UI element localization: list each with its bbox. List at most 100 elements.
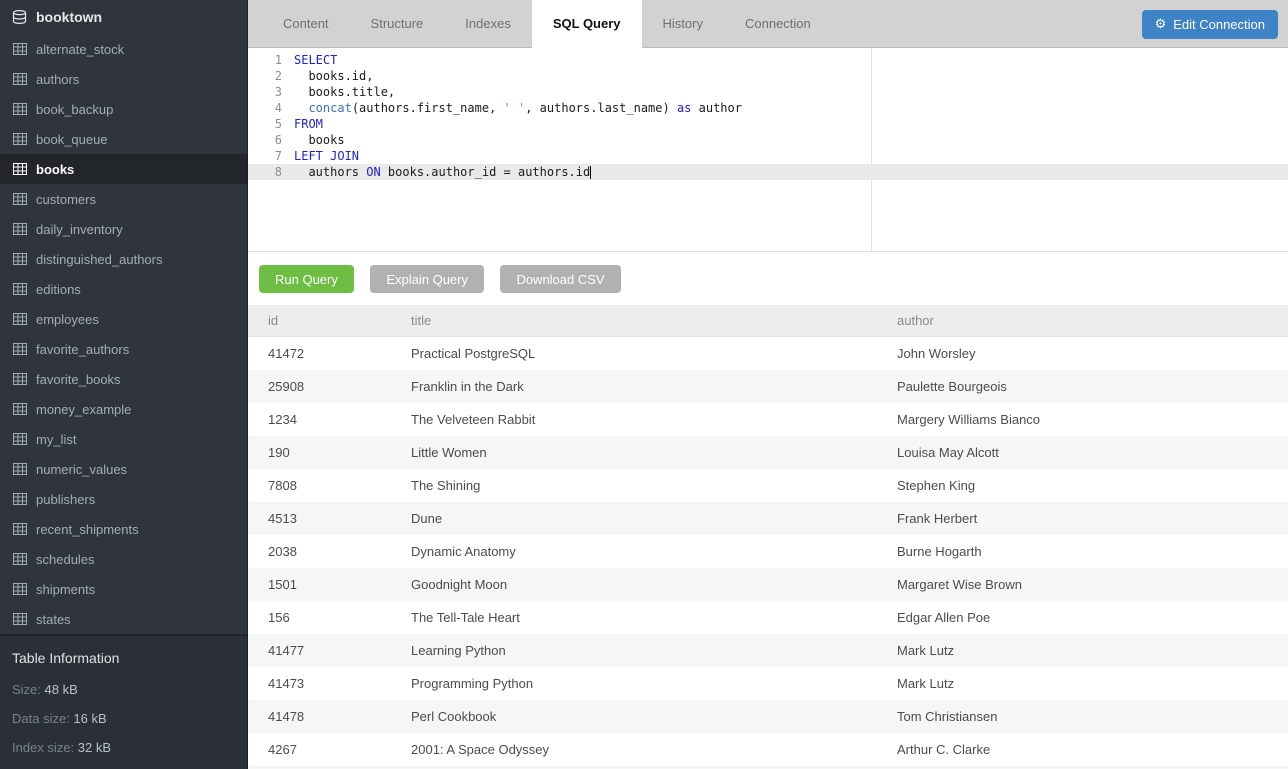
table-row[interactable]: 7808The ShiningStephen King <box>248 469 1288 502</box>
sidebar-item-publishers[interactable]: publishers <box>0 484 247 514</box>
table-icon <box>13 193 27 205</box>
sidebar: booktown alternate_stock authors book_ba… <box>0 0 248 769</box>
cell-author: Margery Williams Bianco <box>877 412 1288 427</box>
table-row[interactable]: 190Little WomenLouisa May Alcott <box>248 436 1288 469</box>
cell-author: Louisa May Alcott <box>877 445 1288 460</box>
table-row[interactable]: 4513DuneFrank Herbert <box>248 502 1288 535</box>
table-row[interactable]: 1234The Velveteen RabbitMargery Williams… <box>248 403 1288 436</box>
table-name: favorite_authors <box>36 342 129 357</box>
cell-title: Dynamic Anatomy <box>391 544 877 559</box>
sidebar-item-favorite_books[interactable]: favorite_books <box>0 364 247 394</box>
table-row[interactable]: 42672001: A Space OdysseyArthur C. Clark… <box>248 733 1288 766</box>
tab-indexes[interactable]: Indexes <box>444 0 532 48</box>
results-table: idtitleauthor 41472Practical PostgreSQLJ… <box>248 305 1288 769</box>
table-icon <box>13 403 27 415</box>
table-row[interactable]: 156The Tell-Tale HeartEdgar Allen Poe <box>248 601 1288 634</box>
table-icon <box>13 73 27 85</box>
table-info-row: Data size: 16 kB <box>12 711 235 726</box>
table-row[interactable]: 41472Practical PostgreSQLJohn Worsley <box>248 337 1288 370</box>
editor-line-3: 3 books.title, <box>248 84 1288 100</box>
sidebar-item-schedules[interactable]: schedules <box>0 544 247 574</box>
sidebar-item-distinguished_authors[interactable]: distinguished_authors <box>0 244 247 274</box>
line-number: 2 <box>248 68 282 84</box>
table-name: books <box>36 162 74 177</box>
cell-id: 2038 <box>248 544 391 559</box>
table-icon <box>13 133 27 145</box>
sidebar-item-customers[interactable]: customers <box>0 184 247 214</box>
table-row[interactable]: 2038Dynamic AnatomyBurne Hogarth <box>248 535 1288 568</box>
explain-query-button[interactable]: Explain Query <box>370 265 484 293</box>
table-row[interactable]: 41473Programming PythonMark Lutz <box>248 667 1288 700</box>
sql-editor[interactable]: 1SELECT2 books.id,3 books.title,4 concat… <box>248 48 1288 252</box>
cell-author: John Worsley <box>877 346 1288 361</box>
tab-history[interactable]: History <box>642 0 724 48</box>
table-name: daily_inventory <box>36 222 123 237</box>
sidebar-item-favorite_authors[interactable]: favorite_authors <box>0 334 247 364</box>
sidebar-item-numeric_values[interactable]: numeric_values <box>0 454 247 484</box>
sidebar-item-money_example[interactable]: money_example <box>0 394 247 424</box>
table-name: authors <box>36 72 79 87</box>
table-icon <box>13 583 27 595</box>
cell-id: 4267 <box>248 742 391 757</box>
table-name: alternate_stock <box>36 42 124 57</box>
table-icon <box>13 553 27 565</box>
table-row[interactable]: 41477Learning PythonMark Lutz <box>248 634 1288 667</box>
table-info-title: Table Information <box>12 650 235 666</box>
cell-author: Burne Hogarth <box>877 544 1288 559</box>
table-row[interactable]: 25908Franklin in the DarkPaulette Bourge… <box>248 370 1288 403</box>
table-icon <box>13 163 27 175</box>
editor-line-1: 1SELECT <box>248 52 1288 68</box>
editor-line-4: 4 concat(authors.first_name, ' ', author… <box>248 100 1288 116</box>
cell-id: 4513 <box>248 511 391 526</box>
cell-title: Dune <box>391 511 877 526</box>
table-name: book_backup <box>36 102 113 117</box>
gear-icon: ⚙ <box>1155 16 1167 32</box>
table-icon <box>13 313 27 325</box>
table-icon <box>13 493 27 505</box>
download-csv-button[interactable]: Download CSV <box>500 265 620 293</box>
cell-author: Arthur C. Clarke <box>877 742 1288 757</box>
table-icon <box>13 253 27 265</box>
sidebar-item-editions[interactable]: editions <box>0 274 247 304</box>
cell-title: The Shining <box>391 478 877 493</box>
table-icon <box>13 343 27 355</box>
cell-id: 25908 <box>248 379 391 394</box>
run-query-button[interactable]: Run Query <box>259 265 354 293</box>
table-icon <box>13 283 27 295</box>
tab-connection[interactable]: Connection <box>724 0 832 48</box>
sidebar-item-my_list[interactable]: my_list <box>0 424 247 454</box>
cell-title: Little Women <box>391 445 877 460</box>
sidebar-item-states[interactable]: states <box>0 604 247 634</box>
cell-title: Goodnight Moon <box>391 577 877 592</box>
table-row[interactable]: 41478Perl CookbookTom Christiansen <box>248 700 1288 733</box>
tab-sql-query[interactable]: SQL Query <box>532 0 642 48</box>
database-name: booktown <box>36 9 102 25</box>
table-row[interactable]: 1501Goodnight MoonMargaret Wise Brown <box>248 568 1288 601</box>
sidebar-item-book_queue[interactable]: book_queue <box>0 124 247 154</box>
editor-line-8: 8 authors ON books.author_id = authors.i… <box>248 164 1288 180</box>
line-number: 5 <box>248 116 282 132</box>
results-header: idtitleauthor <box>248 305 1288 337</box>
line-number: 7 <box>248 148 282 164</box>
editor-line-7: 7LEFT JOIN <box>248 148 1288 164</box>
sidebar-item-authors[interactable]: authors <box>0 64 247 94</box>
tab-structure[interactable]: Structure <box>350 0 445 48</box>
cell-author: Margaret Wise Brown <box>877 577 1288 592</box>
table-name: numeric_values <box>36 462 127 477</box>
table-name: distinguished_authors <box>36 252 162 267</box>
edit-connection-button[interactable]: ⚙ Edit Connection <box>1142 10 1278 39</box>
sidebar-item-daily_inventory[interactable]: daily_inventory <box>0 214 247 244</box>
sidebar-item-shipments[interactable]: shipments <box>0 574 247 604</box>
table-icon <box>13 223 27 235</box>
sidebar-item-recent_shipments[interactable]: recent_shipments <box>0 514 247 544</box>
cell-title: Perl Cookbook <box>391 709 877 724</box>
cell-title: The Velveteen Rabbit <box>391 412 877 427</box>
sidebar-item-book_backup[interactable]: book_backup <box>0 94 247 124</box>
tab-content[interactable]: Content <box>262 0 350 48</box>
sidebar-item-books[interactable]: books <box>0 154 247 184</box>
sidebar-item-employees[interactable]: employees <box>0 304 247 334</box>
cell-author: Stephen King <box>877 478 1288 493</box>
table-name: schedules <box>36 552 95 567</box>
sidebar-item-alternate_stock[interactable]: alternate_stock <box>0 34 247 64</box>
table-icon <box>13 43 27 55</box>
